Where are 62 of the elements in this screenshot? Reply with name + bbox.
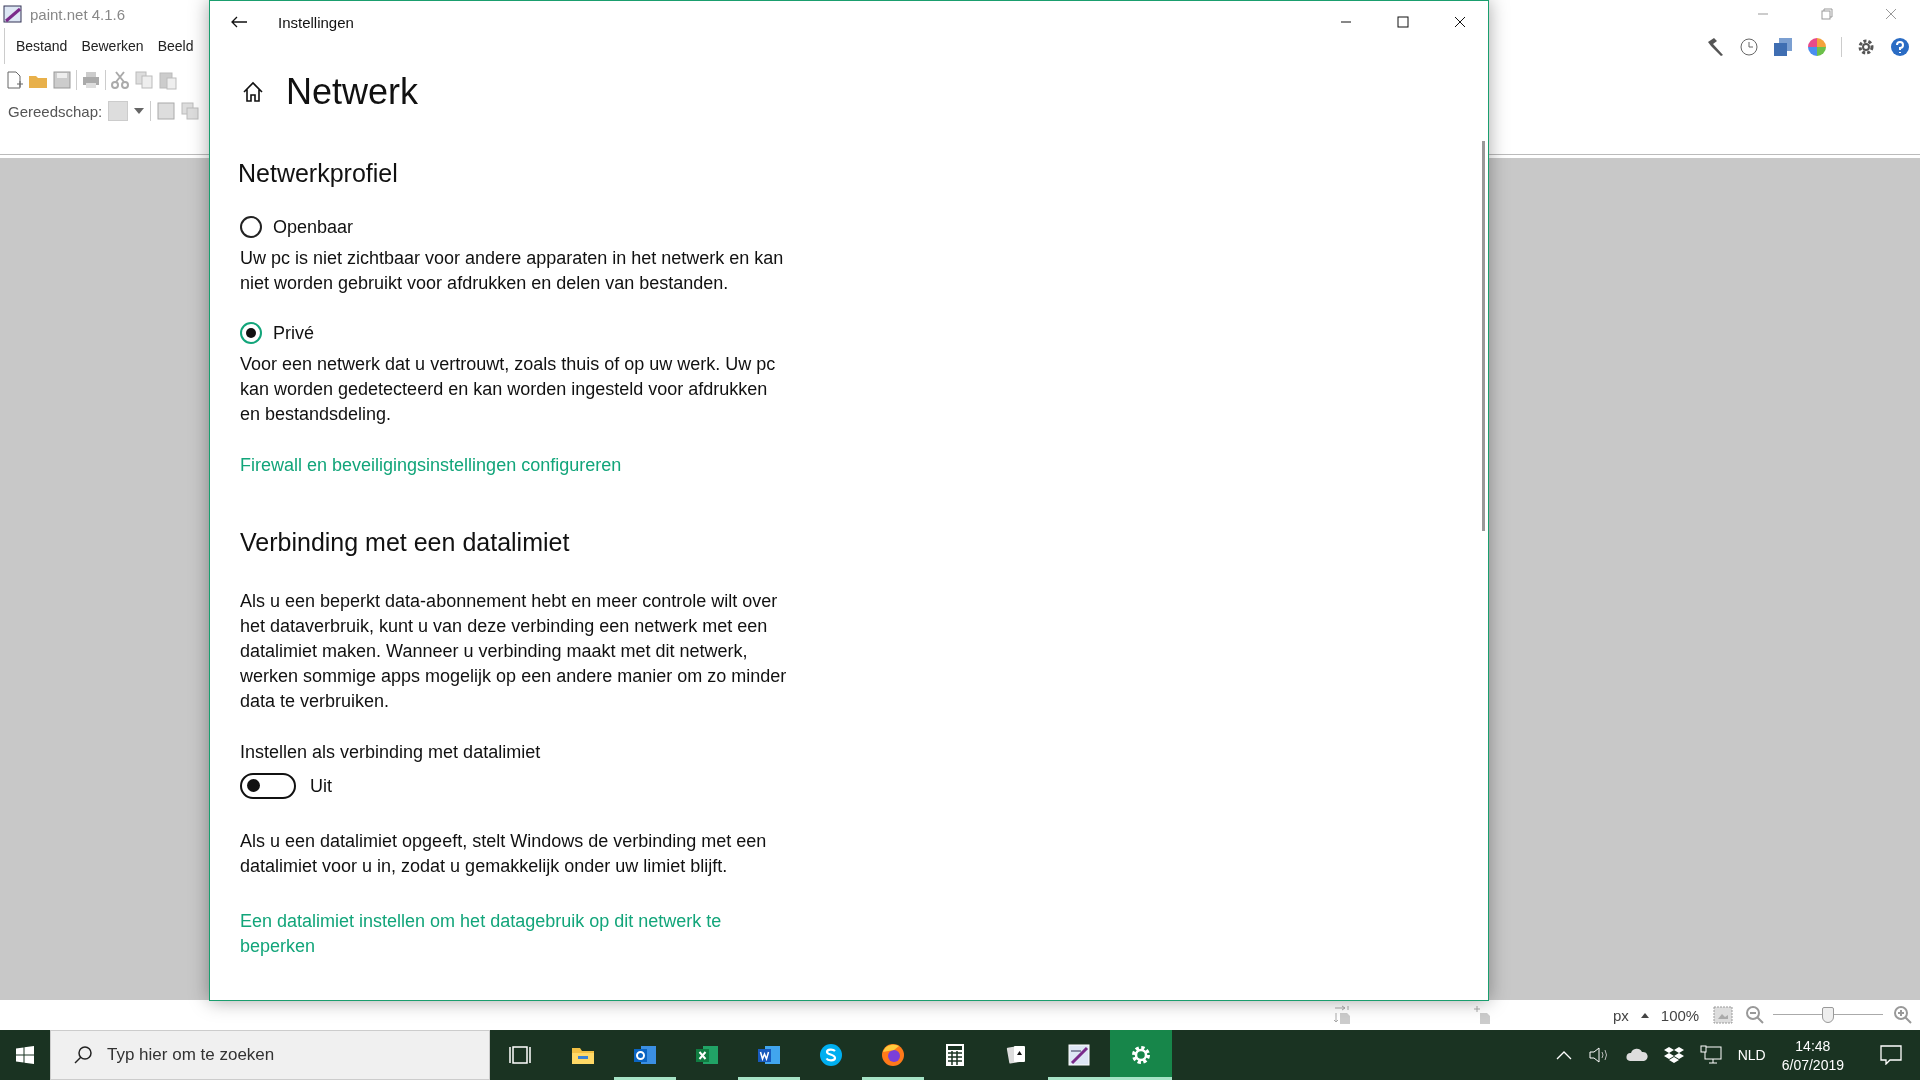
paint-app-icon [1067,1043,1091,1067]
home-icon[interactable] [242,81,264,103]
color-wheel-icon[interactable] [1807,37,1827,57]
scrollbar[interactable] [1482,141,1485,531]
search-field[interactable]: Typ hier om te zoeken [50,1030,490,1080]
maximize-icon[interactable] [1396,16,1409,28]
paint-app-icon [2,3,24,25]
back-arrow-icon[interactable] [231,16,247,28]
window-title: Instellingen [278,13,354,31]
close-icon[interactable] [1453,16,1466,28]
section-heading: Verbinding met een datalimiet [240,528,571,557]
help-icon[interactable] [1890,37,1910,57]
browser-icon [881,1043,905,1067]
section-heading: Netwerkprofiel [238,159,399,188]
task-view-icon [509,1043,533,1067]
clock-icon[interactable] [1739,37,1759,57]
spreadsheet-app-icon [695,1043,719,1067]
setting-note: Als u een datalimiet opgeeft, stelt Windows de verbinding met een datalimiet voor u in, zodat u gemakkelijk onder uw limiet blijft. [240,830,768,878]
section-description: Als u een beperkt data-abonnement hebt en meer controle wilt over het dataverbruik, kunt u van deze verbinding een netwerk met een datalimiet maken. Wanneer u verbinding maakt met dit netwerk, werken sommige apps mogelijk op een andere manier om zo minder data te verbruiken. [240,590,788,713]
toggle-switch[interactable] [240,773,296,799]
new-file-icon[interactable] [4,70,24,90]
page-heading: Netwerk [286,71,419,113]
network-icon[interactable] [1699,1045,1722,1065]
radio-label[interactable]: Privé [273,322,314,344]
unit-label[interactable]: px [1613,1006,1629,1024]
option-description: Voor een netwerk dat u vertrouwt, zoals thuis of op uw werk. Uw pc kan worden gedetecteerd en kan worden ingesteld voor afdrukken en bestandsdeling. [240,353,777,426]
settings-icon [1129,1043,1153,1067]
menu-item[interactable]: Bestand [9,38,75,54]
menu-item[interactable]: Bewerken [74,38,151,54]
tool-label: Gereedschap: [8,102,103,120]
zoom-in-icon[interactable] [1893,1005,1914,1025]
caret-icon[interactable] [134,108,145,114]
chat-app-icon [819,1043,843,1067]
search-icon [73,1045,93,1065]
option-description: Uw pc is niet zichtbaar voor andere apparaten in het netwerk en kan niet worden gebruikt voor afdrukken en delen van bestanden. [240,247,785,295]
caret-up-icon[interactable] [1640,1012,1649,1018]
radio-label[interactable]: Openbaar [273,216,354,238]
app-title: paint.net 4.1.6 [30,5,126,23]
windows-logo-icon [16,1046,34,1064]
mail-app-icon [633,1043,657,1067]
speaker-icon[interactable] [1587,1046,1610,1064]
chevron-up-icon[interactable] [1555,1050,1572,1060]
slider-thumb[interactable] [1822,1007,1835,1023]
toggle-state-label: Uit [310,775,332,797]
language-indicator[interactable]: NLD [1737,1047,1766,1063]
tool-swatch[interactable] [108,101,129,121]
cloud-icon[interactable] [1625,1048,1648,1062]
setting-label: Instellen als verbinding met datalimiet [240,742,542,763]
notification-icon[interactable] [1880,1045,1902,1065]
clock[interactable]: 14:48 6/07/2019 [1781,1037,1844,1073]
radio-button[interactable] [240,216,262,238]
settings-icon[interactable] [1856,37,1876,57]
zoom-slider[interactable] [1773,1007,1884,1023]
calculator-icon [943,1043,967,1067]
radio-button[interactable] [240,322,262,344]
hammer-icon[interactable] [1705,37,1725,57]
zoom-out-icon[interactable] [1745,1005,1766,1025]
dropbox-icon[interactable] [1663,1046,1684,1064]
menu-item[interactable]: Beeld [150,38,201,54]
layers-icon[interactable] [1773,37,1793,57]
document-app-icon [757,1043,781,1067]
zoom-value: 100% [1660,1006,1700,1024]
